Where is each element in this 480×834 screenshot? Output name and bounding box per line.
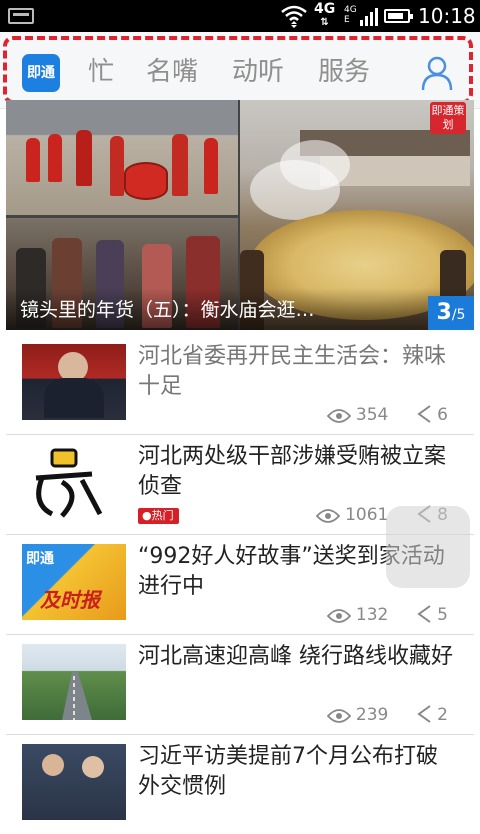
tab-fuwu[interactable]: 服务 <box>318 52 370 92</box>
eye-icon <box>315 509 340 523</box>
clock: 10:18 <box>418 4 476 28</box>
news-title[interactable]: 河北两处级干部涉嫌受贿被立案侦查 <box>138 442 454 502</box>
user-icon[interactable] <box>420 54 454 92</box>
floating-action-button[interactable] <box>386 506 470 588</box>
news-title[interactable]: 习近平访美提前7个月公布打破外交惯例 <box>138 742 454 802</box>
news-stats: 132 5 <box>326 604 448 626</box>
news-item[interactable]: 河北省委再开民主生活会：辣味十足 354 6 <box>6 334 474 435</box>
share-icon[interactable] <box>416 404 432 424</box>
wifi-icon <box>281 5 307 28</box>
share-icon[interactable] <box>416 704 432 724</box>
battery-icon <box>384 9 413 23</box>
network-type: 4G ⇅ <box>314 1 336 28</box>
tab-mingzui[interactable]: 名嘴 <box>146 52 198 92</box>
thumb-brand-text: 及时报 <box>40 588 100 612</box>
signal-icon <box>360 8 378 26</box>
carousel-photo-drummers <box>6 100 238 215</box>
share-count: 2 <box>437 705 448 725</box>
news-stats: 239 2 <box>326 704 448 726</box>
share-icon[interactable] <box>416 604 432 624</box>
news-thumbnail: 即通 及时报 <box>22 544 126 620</box>
share-count: 5 <box>437 605 448 625</box>
notification-icon <box>8 8 34 24</box>
news-thumbnail <box>22 644 126 720</box>
view-count: 132 <box>355 605 389 625</box>
hot-badge: ●热门 <box>138 508 179 524</box>
status-bar: 4G ⇅ 4G E 10:18 <box>0 0 480 32</box>
eye-icon <box>326 609 351 623</box>
eye-icon <box>326 409 351 423</box>
view-count: 1061 <box>345 505 389 525</box>
view-count: 354 <box>355 405 389 425</box>
app-logo[interactable]: 即通 <box>22 54 60 92</box>
sub-network: 4G E <box>344 5 357 25</box>
curated-tag: 即通策划 <box>430 102 466 134</box>
news-item[interactable]: 河北高速迎高峰 绕行路线收藏好 239 2 <box>6 634 474 735</box>
news-title[interactable]: 河北高速迎高峰 绕行路线收藏好 <box>138 642 454 672</box>
share-count: 6 <box>437 405 448 425</box>
view-count: 239 <box>355 705 389 725</box>
news-title[interactable]: 河北省委再开民主生活会：辣味十足 <box>138 342 454 402</box>
app-header: 即通 忙 名嘴 动听 服务 <box>0 32 480 109</box>
news-stats: 354 6 <box>326 404 448 426</box>
news-thumbnail <box>22 444 126 520</box>
news-item[interactable]: 习近平访美提前7个月公布打破外交惯例 <box>6 734 474 834</box>
carousel-page-counter: 3/5 <box>428 296 474 330</box>
thumb-logo-text: 即通 <box>26 551 54 567</box>
tab-mang[interactable]: 忙 <box>88 52 114 92</box>
featured-carousel[interactable]: 即通策划 镜头里的年货（五）：衡水庙会逛… 3/5 <box>6 100 474 330</box>
carousel-caption[interactable]: 镜头里的年货（五）：衡水庙会逛… <box>20 295 315 322</box>
news-thumbnail <box>22 744 126 820</box>
tab-dongting[interactable]: 动听 <box>232 52 284 92</box>
eye-icon <box>326 709 351 723</box>
news-thumbnail <box>22 344 126 420</box>
